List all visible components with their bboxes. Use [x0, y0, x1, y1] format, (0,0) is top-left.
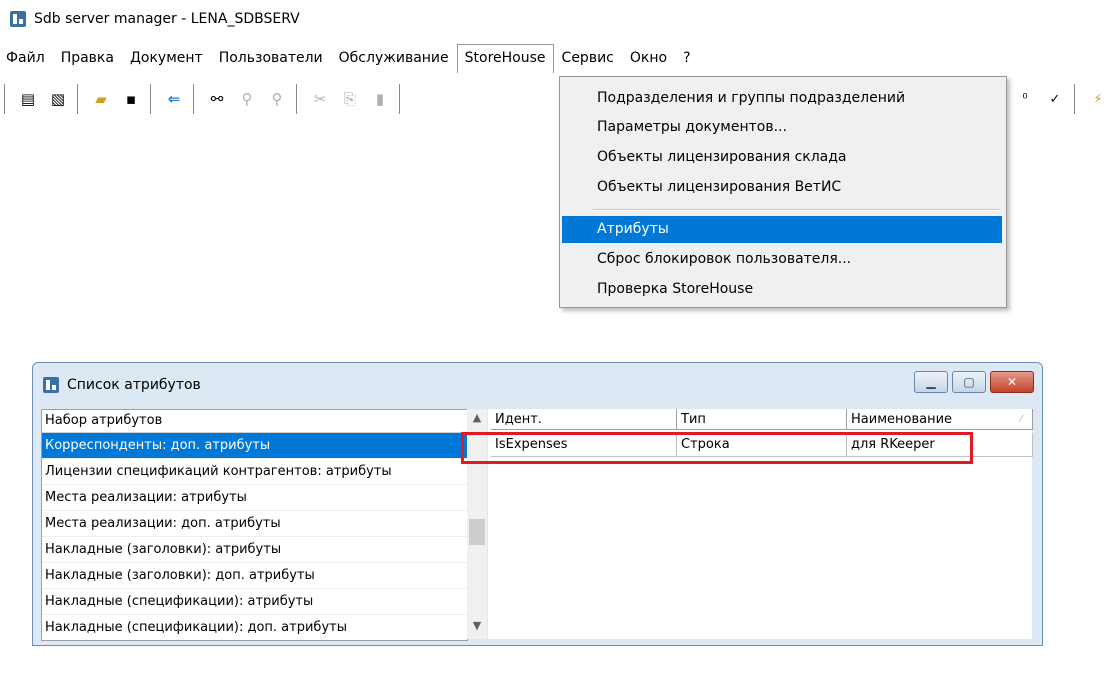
toolbar-right-group: ⁰ ✓ ⚡	[1010, 84, 1113, 114]
paste-icon[interactable]: ▮	[367, 86, 393, 112]
column-header-id[interactable]: Идент.	[491, 409, 677, 430]
sort-icon: ⁄	[1020, 414, 1022, 425]
column-header-type[interactable]: Тип	[677, 409, 847, 430]
menu-item-check-storehouse[interactable]: Проверка StoreHouse	[562, 276, 1002, 303]
open-folder-icon[interactable]: ▰	[88, 86, 114, 112]
scroll-up-icon[interactable]: ▲	[467, 411, 487, 429]
list-item[interactable]: Накладные (спецификации): доп. атрибуты	[42, 615, 467, 640]
attributes-list-window: Список атрибутов ▁ ▢ ✕ Набор атрибутов К…	[32, 362, 1043, 646]
toolbar-separator	[296, 84, 301, 114]
grid-header: Идент. Тип Наименование ⁄	[491, 409, 1033, 431]
list-item[interactable]: Лицензии спецификаций контрагентов: атри…	[42, 459, 467, 485]
attributes-grid: Идент. Тип Наименование ⁄ IsExpenses Стр…	[488, 409, 1033, 639]
list-item[interactable]: Места реализации: атрибуты	[42, 485, 467, 511]
back-arrow-icon[interactable]: ⇐	[161, 86, 187, 112]
copy-icon[interactable]: ⎘	[337, 86, 363, 112]
menu-help[interactable]: ?	[675, 45, 698, 71]
list-icon[interactable]: ▤	[15, 86, 41, 112]
tool-b-icon[interactable]: ✓	[1042, 86, 1068, 112]
menu-maintenance[interactable]: Обслуживание	[331, 45, 457, 71]
menu-item-attributes[interactable]: Атрибуты	[562, 216, 1002, 243]
menu-service[interactable]: Сервис	[554, 45, 622, 71]
tool-a-icon[interactable]: ⁰	[1012, 86, 1038, 112]
menu-item-document-params[interactable]: Параметры документов...	[562, 114, 1002, 141]
binoculars-icon[interactable]: ⚯	[204, 86, 230, 112]
cell-type[interactable]: Строка	[677, 433, 847, 457]
menu-window[interactable]: Окно	[622, 45, 675, 71]
list-scrollbar[interactable]: ▲ ▼	[467, 409, 487, 639]
menu-item-warehouse-licensing[interactable]: Объекты лицензирования склада	[562, 144, 1002, 171]
toolbar-separator	[399, 84, 404, 114]
find-next-icon[interactable]: ⚲	[264, 86, 290, 112]
menu-separator	[593, 209, 999, 211]
close-button[interactable]: ✕	[990, 371, 1034, 393]
list-header: Набор атрибутов	[42, 410, 467, 433]
app-icon	[10, 11, 26, 27]
menu-document[interactable]: Документ	[122, 45, 211, 71]
list-item[interactable]: Корреспонденты: доп. атрибуты	[42, 433, 467, 459]
menu-storehouse[interactable]: StoreHouse	[456, 43, 554, 73]
child-window-titlebar: Список атрибутов	[43, 377, 201, 393]
toolbar-separator	[77, 84, 82, 114]
cell-id[interactable]: IsExpenses	[491, 433, 677, 457]
find-icon[interactable]: ⚲	[234, 86, 260, 112]
scroll-thumb[interactable]	[469, 519, 485, 545]
menu-file[interactable]: Файл	[0, 45, 53, 71]
table-row[interactable]: IsExpenses Строка для RKeeper	[491, 433, 1033, 458]
minimize-button[interactable]: ▁	[914, 371, 948, 393]
title-bar: Sdb server manager - LENA_SDBSERV	[0, 0, 1115, 38]
menu-edit[interactable]: Правка	[53, 45, 122, 71]
cell-name[interactable]: для RKeeper	[847, 433, 1033, 457]
list-item[interactable]: Накладные (спецификации): атрибуты	[42, 589, 467, 615]
menu-item-departments[interactable]: Подразделения и группы подразделений	[562, 85, 1002, 112]
list-item[interactable]: Накладные (заголовки): атрибуты	[42, 537, 467, 563]
toolbar-separator	[150, 84, 155, 114]
maximize-button[interactable]: ▢	[952, 371, 986, 393]
attribute-sets-list: Набор атрибутов Корреспонденты: доп. атр…	[41, 409, 468, 641]
window-controls: ▁ ▢ ✕	[910, 371, 1034, 393]
save-icon[interactable]: ▪	[118, 86, 144, 112]
toolbar-separator	[1074, 84, 1079, 114]
cut-icon[interactable]: ✂	[307, 86, 333, 112]
window-icon	[43, 377, 59, 393]
menu-bar: Файл Правка Документ Пользователи Обслуж…	[0, 43, 1115, 73]
toolbar-separator	[4, 84, 9, 114]
list-item[interactable]: Места реализации: доп. атрибуты	[42, 511, 467, 537]
storehouse-dropdown: Подразделения и группы подразделений Пар…	[559, 76, 1007, 308]
list-item[interactable]: Накладные (заголовки): доп. атрибуты	[42, 563, 467, 589]
list-settings-icon[interactable]: ▧	[45, 86, 71, 112]
toolbar-separator	[193, 84, 198, 114]
menu-item-reset-locks[interactable]: Сброс блокировок пользователя...	[562, 246, 1002, 273]
window-title: Sdb server manager - LENA_SDBSERV	[34, 11, 300, 27]
column-header-name[interactable]: Наименование ⁄	[847, 409, 1033, 430]
scroll-down-icon[interactable]: ▼	[467, 619, 487, 637]
child-window-title: Список атрибутов	[67, 377, 201, 393]
tool-c-icon[interactable]: ⚡	[1085, 86, 1111, 112]
menu-item-vetis-licensing[interactable]: Объекты лицензирования ВетИС	[562, 174, 1002, 201]
column-header-name-label: Наименование	[851, 412, 953, 427]
menu-users[interactable]: Пользователи	[211, 45, 331, 71]
